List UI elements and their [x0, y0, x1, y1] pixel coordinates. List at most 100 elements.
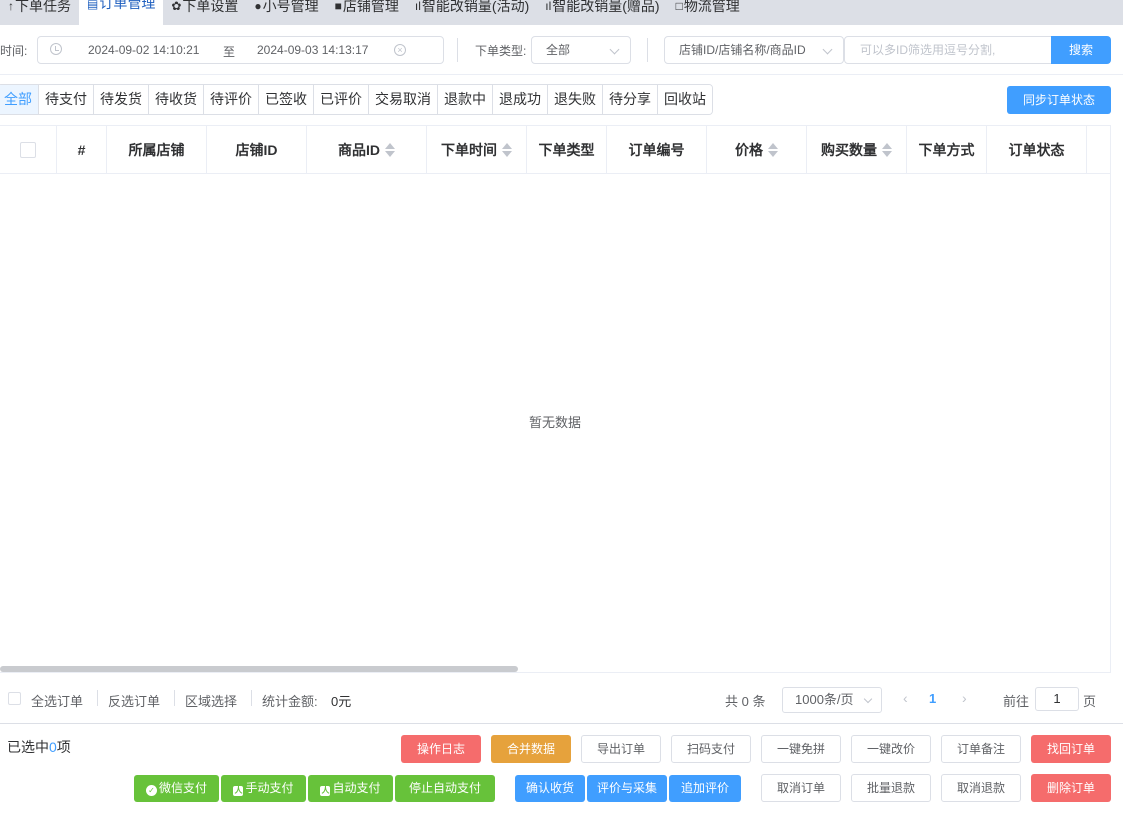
user-card-icon: 人	[233, 786, 244, 796]
col-label: 下单时间	[441, 141, 497, 158]
sort-icon[interactable]	[502, 142, 512, 158]
bar-chart-icon: ıl	[414, 0, 421, 13]
page-unit: 页	[1083, 694, 1097, 709]
confirm-receipt-button[interactable]: 确认收货	[515, 775, 585, 802]
sync-order-status-button[interactable]: 同步订单状态	[1007, 86, 1111, 114]
status-tab-pending-review[interactable]: 待评价	[204, 85, 259, 114]
goto-page-input[interactable]: 1	[1035, 687, 1079, 711]
merge-data-button[interactable]: 合并数据	[491, 735, 571, 763]
operation-log-button[interactable]: 操作日志	[401, 735, 481, 763]
page-number[interactable]: 1	[929, 691, 936, 706]
divider	[251, 690, 252, 706]
gear-icon: ✿	[171, 0, 182, 13]
status-tab-pending-payment[interactable]: 待支付	[39, 85, 94, 114]
col-label: 订单编号	[628, 141, 685, 158]
scan-pay-button[interactable]: 扫码支付	[671, 735, 751, 763]
empty-state: 暂无数据	[528, 415, 581, 430]
col-price[interactable]: 价格	[707, 126, 807, 173]
cancel-refund-button[interactable]: 取消退款	[941, 774, 1021, 802]
tab-sales-gift[interactable]: ıl 智能改销量(赠品)	[537, 0, 667, 18]
order-type-select[interactable]: 全部	[531, 36, 631, 64]
auto-pay-button[interactable]: 人自动支付	[308, 775, 393, 802]
select-all-checkbox[interactable]	[20, 141, 36, 158]
date-end[interactable]: 2024-09-03 14:13:17	[257, 43, 368, 57]
col-label: #	[77, 141, 86, 158]
status-tab-refund-success[interactable]: 退成功	[493, 85, 548, 114]
status-tab-cancelled[interactable]: 交易取消	[369, 85, 438, 114]
col-label: 购买数量	[821, 141, 877, 158]
sort-icon[interactable]	[385, 142, 395, 158]
tab-sales-activity[interactable]: ıl 智能改销量(活动)	[407, 0, 537, 18]
status-tab-refunding[interactable]: 退款中	[438, 85, 493, 114]
cancel-order-button[interactable]: 取消订单	[761, 774, 841, 802]
col-label: 价格	[735, 141, 763, 158]
date-range-picker[interactable]: 2024-09-02 14:10:21 至 2024-09-03 14:13:1…	[37, 36, 444, 64]
stop-auto-pay-button[interactable]: 停止自动支付	[395, 775, 495, 802]
select-all-orders[interactable]: 全选订单	[31, 691, 83, 710]
invert-selection[interactable]: 反选订单	[108, 691, 160, 710]
search-button[interactable]: 搜索	[1051, 36, 1111, 64]
col-order-method: 下单方式	[907, 126, 987, 173]
horizontal-scrollbar[interactable]	[0, 666, 518, 672]
order-note-button[interactable]: 订单备注	[941, 735, 1021, 763]
clear-icon[interactable]: ×	[394, 44, 406, 56]
col-shop: 所属店铺	[107, 126, 207, 173]
status-tab-pending-receipt[interactable]: 待收货	[149, 85, 204, 114]
next-page-icon[interactable]: ›	[962, 690, 967, 706]
status-tab-signed[interactable]: 已签收	[259, 85, 314, 114]
batch-refund-button[interactable]: 批量退款	[851, 774, 931, 802]
button-label: 手动支付	[245, 781, 294, 795]
chevron-down-icon	[863, 694, 873, 704]
tab-logistics[interactable]: □ 物流管理	[668, 0, 748, 18]
amount-value: 0元	[331, 694, 352, 709]
tab-shop-management[interactable]: ■ 店铺管理	[327, 0, 407, 18]
amount-label: 统计金额:	[262, 694, 318, 709]
list-icon: ▤	[87, 0, 99, 11]
review-collect-button[interactable]: 评价与采集	[587, 775, 667, 802]
region-select[interactable]: 区域选择	[185, 691, 237, 710]
time-label: 时间:	[0, 44, 28, 58]
divider	[174, 690, 175, 706]
tab-account-management[interactable]: ● 小号管理	[246, 0, 326, 18]
recover-orders-button[interactable]: 找回订单	[1031, 735, 1111, 763]
col-label: 订单状态	[1008, 141, 1065, 158]
id-search-input[interactable]: 可以多ID筛选用逗号分割,	[844, 36, 1052, 64]
manual-pay-button[interactable]: 人手动支付	[221, 775, 306, 802]
delete-order-button[interactable]: 删除订单	[1031, 774, 1111, 802]
col-order-type: 下单类型	[527, 126, 607, 173]
bar-chart-icon: ıl	[545, 0, 552, 13]
tab-order-management[interactable]: ▤订单管理	[79, 0, 164, 25]
append-review-button[interactable]: 追加评价	[669, 775, 741, 802]
id-type-select[interactable]: 店铺ID/店铺名称/商品ID	[664, 36, 844, 64]
select-all-orders-checkbox[interactable]	[8, 692, 21, 705]
button-label: 自动支付	[332, 781, 381, 795]
status-tab-recycle-bin[interactable]: 回收站	[658, 85, 712, 114]
export-orders-button[interactable]: 导出订单	[581, 735, 661, 763]
section-divider	[0, 723, 1123, 724]
prev-page-icon[interactable]: ‹	[903, 690, 908, 706]
status-tab-pending-shipment[interactable]: 待发货	[94, 85, 149, 114]
shop-icon: ■	[334, 0, 342, 13]
status-tab-reviewed[interactable]: 已评价	[314, 85, 369, 114]
table-header: # 所属店铺 店铺ID 商品ID 下单时间 下单类型 订单编号 价格 购买数量 …	[0, 126, 1110, 174]
one-click-free-group-button[interactable]: 一键免拼	[761, 735, 841, 763]
col-product-id[interactable]: 商品ID	[307, 126, 427, 173]
selection-count: 已选中0项	[7, 737, 71, 757]
wechat-pay-button[interactable]: ✓ 微信支付	[134, 775, 219, 802]
tab-order-task[interactable]: ↑ 下单任务	[0, 0, 79, 18]
col-order-time[interactable]: 下单时间	[427, 126, 527, 173]
divider	[457, 38, 458, 62]
status-tab-refund-failed[interactable]: 退失败	[548, 85, 603, 114]
sort-icon[interactable]	[768, 142, 778, 158]
chevron-down-icon	[822, 44, 833, 55]
divider	[647, 38, 648, 62]
page-size-select[interactable]: 1000条/页	[782, 687, 882, 713]
status-tab-all[interactable]: 全部	[0, 85, 39, 114]
total-count: 共 0 条	[725, 694, 766, 709]
one-click-reprice-button[interactable]: 一键改价	[851, 735, 931, 763]
sort-icon[interactable]	[882, 142, 892, 158]
status-tab-pending-share[interactable]: 待分享	[603, 85, 658, 114]
date-start[interactable]: 2024-09-02 14:10:21	[88, 43, 199, 57]
tab-order-settings[interactable]: ✿ 下单设置	[163, 0, 246, 18]
col-quantity[interactable]: 购买数量	[807, 126, 907, 173]
